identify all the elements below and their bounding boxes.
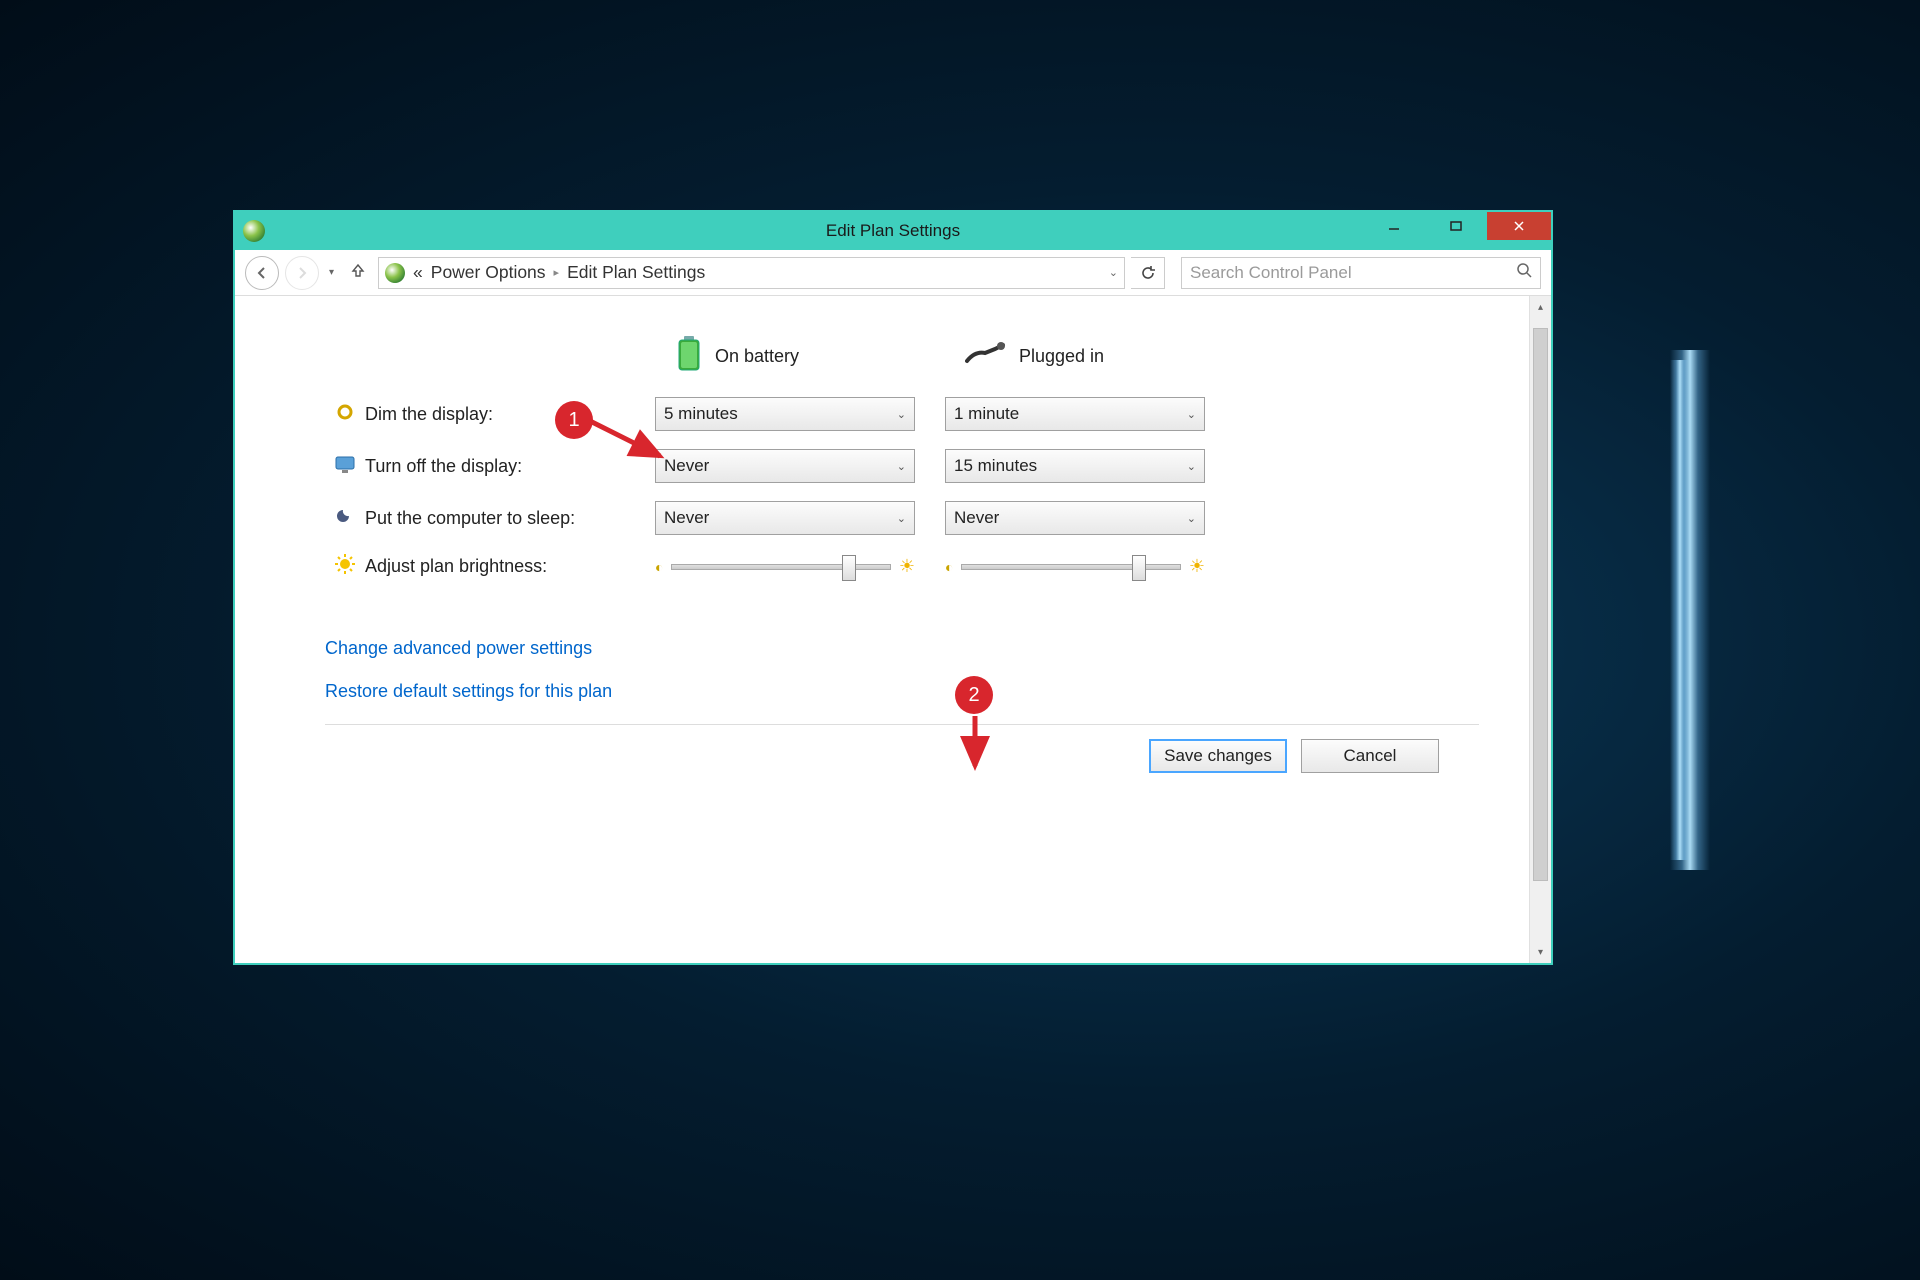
- row-label: Adjust plan brightness:: [365, 553, 655, 580]
- cancel-button[interactable]: Cancel: [1301, 739, 1439, 773]
- annotation-arrow-2: [960, 711, 1000, 781]
- breadcrumb-separator-icon: ▸: [554, 266, 560, 279]
- brightness-icon: [334, 559, 356, 579]
- sleep-battery-select[interactable]: Never⌄: [655, 501, 915, 535]
- up-button[interactable]: [344, 261, 372, 284]
- sleep-plugged-select[interactable]: Never⌄: [945, 501, 1205, 535]
- search-icon: [1516, 262, 1532, 283]
- annotation-arrow-1: [580, 411, 680, 471]
- chevron-down-icon: ⌄: [897, 408, 906, 421]
- dim-plugged-select[interactable]: 1 minute⌄: [945, 397, 1205, 431]
- address-bar[interactable]: « Power Options ▸ Edit Plan Settings ⌄: [378, 257, 1125, 289]
- chevron-down-icon: ⌄: [1187, 408, 1196, 421]
- row-brightness: Adjust plan brightness: ◐ ☀ ◐ ☀: [325, 553, 1235, 580]
- maximize-button[interactable]: [1425, 212, 1487, 240]
- titlebar[interactable]: Edit Plan Settings: [235, 212, 1551, 250]
- brightness-plugged-slider[interactable]: [961, 564, 1180, 570]
- moon-icon: [335, 510, 355, 530]
- slider-thumb[interactable]: [842, 555, 856, 581]
- close-button[interactable]: [1487, 212, 1551, 240]
- address-dropdown-icon[interactable]: ⌄: [1109, 266, 1118, 279]
- breadcrumb-item[interactable]: Power Options: [431, 262, 546, 283]
- desktop-light-effect: [1670, 360, 1690, 860]
- window-title: Edit Plan Settings: [235, 221, 1551, 241]
- slider-thumb[interactable]: [1132, 555, 1146, 581]
- dim-icon: [335, 406, 355, 426]
- minimize-button[interactable]: [1363, 212, 1425, 240]
- breadcrumb-prefix: «: [413, 262, 423, 283]
- column-header-plugged: Plugged in: [1019, 346, 1104, 367]
- history-dropdown[interactable]: ▾: [329, 267, 334, 278]
- save-changes-button[interactable]: Save changes: [1149, 739, 1287, 773]
- chevron-down-icon: ⌄: [1187, 460, 1196, 473]
- dim-battery-select[interactable]: 5 minutes⌄: [655, 397, 915, 431]
- vertical-scrollbar[interactable]: ▴ ▾: [1529, 296, 1551, 963]
- scroll-thumb[interactable]: [1533, 328, 1548, 881]
- column-header-battery: On battery: [715, 346, 799, 367]
- desktop-light-effect: [1670, 350, 1710, 870]
- chevron-down-icon: ⌄: [897, 460, 906, 473]
- row-turn-off-display: Turn off the display: Never⌄ 15 minutes⌄: [325, 449, 1235, 483]
- row-sleep: Put the computer to sleep: Never⌄ Never⌄: [325, 501, 1235, 535]
- brightness-high-icon: ☀: [1189, 556, 1205, 577]
- search-input[interactable]: [1190, 263, 1516, 283]
- brightness-low-icon: ◐: [655, 559, 663, 575]
- forward-button[interactable]: [285, 256, 319, 290]
- turnoff-battery-select[interactable]: Never⌄: [655, 449, 915, 483]
- battery-icon: [675, 334, 703, 379]
- location-icon: [385, 263, 405, 283]
- restore-defaults-link[interactable]: Restore default settings for this plan: [325, 681, 1479, 702]
- brightness-low-icon: ◐: [945, 559, 953, 575]
- row-label: Put the computer to sleep:: [365, 501, 655, 535]
- back-button[interactable]: [245, 256, 279, 290]
- plug-icon: [965, 341, 1007, 372]
- advanced-settings-link[interactable]: Change advanced power settings: [325, 638, 1479, 659]
- scroll-up-icon[interactable]: ▴: [1530, 296, 1551, 318]
- row-dim-display: Dim the display: 5 minutes⌄ 1 minute⌄: [325, 397, 1235, 431]
- brightness-battery-slider[interactable]: [671, 564, 890, 570]
- turnoff-plugged-select[interactable]: 15 minutes⌄: [945, 449, 1205, 483]
- scroll-down-icon[interactable]: ▾: [1530, 941, 1551, 963]
- content-area: 1 2: [235, 296, 1529, 963]
- chevron-down-icon: ⌄: [1187, 512, 1196, 525]
- brightness-high-icon: ☀: [899, 556, 915, 577]
- footer: Save changes Cancel: [325, 724, 1479, 787]
- breadcrumb-item[interactable]: Edit Plan Settings: [567, 262, 705, 283]
- toolbar: ▾ « Power Options ▸ Edit Plan Settings ⌄: [235, 250, 1551, 296]
- refresh-button[interactable]: [1131, 257, 1165, 289]
- annotation-badge-2: 2: [955, 676, 993, 714]
- monitor-icon: [334, 459, 356, 479]
- edit-plan-settings-window: Edit Plan Settings ▾ « Power Option: [233, 210, 1553, 965]
- search-box[interactable]: [1181, 257, 1541, 289]
- annotation-badge-1: 1: [555, 401, 593, 439]
- chevron-down-icon: ⌄: [897, 512, 906, 525]
